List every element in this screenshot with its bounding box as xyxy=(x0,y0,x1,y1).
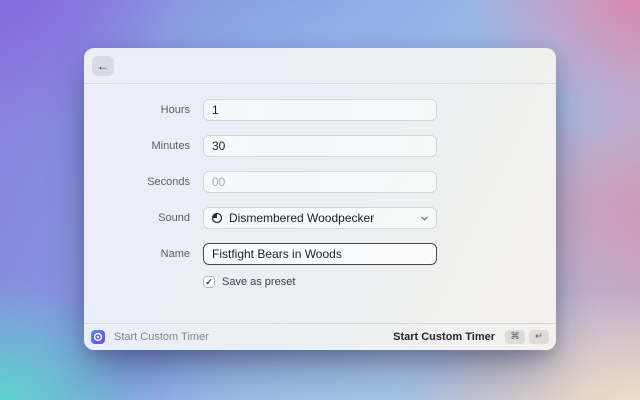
form: Hours Minutes Seconds Sound xyxy=(84,84,556,323)
seconds-row: Seconds xyxy=(84,171,556,193)
sound-select[interactable]: Dismembered Woodpecker xyxy=(203,207,437,229)
sound-value: Dismembered Woodpecker xyxy=(229,211,414,225)
footer-right: Start Custom Timer ⌘ ↵ xyxy=(393,330,549,344)
primary-action-label[interactable]: Start Custom Timer xyxy=(393,331,495,343)
timers-app-icon xyxy=(91,330,105,344)
window-footer: Start Custom Timer Start Custom Timer ⌘ … xyxy=(84,323,556,350)
name-input[interactable] xyxy=(203,243,437,265)
name-label: Name xyxy=(84,248,190,260)
minutes-input[interactable] xyxy=(203,135,437,157)
sound-row: Sound Dismembered Woodpecker xyxy=(84,207,556,229)
back-arrow-icon: ← xyxy=(97,56,109,76)
sound-label: Sound xyxy=(84,212,190,224)
chevron-down-icon xyxy=(420,214,429,223)
timer-clock-icon xyxy=(211,212,223,224)
footer-left: Start Custom Timer xyxy=(91,330,209,344)
footer-title: Start Custom Timer xyxy=(114,331,209,343)
hours-label: Hours xyxy=(84,104,190,116)
save-as-preset-row: ✓ Save as preset xyxy=(84,275,556,289)
name-row: Name xyxy=(84,243,556,265)
save-as-preset-checkbox[interactable]: ✓ Save as preset xyxy=(203,276,295,288)
back-button[interactable]: ← xyxy=(92,56,114,76)
enter-key-icon: ↵ xyxy=(529,330,549,344)
cmd-key-icon: ⌘ xyxy=(505,330,525,344)
custom-timer-window: ← Hours Minutes Seconds Sound xyxy=(84,48,556,350)
minutes-label: Minutes xyxy=(84,140,190,152)
check-icon: ✓ xyxy=(205,278,213,287)
save-as-preset-label: Save as preset xyxy=(222,276,295,288)
checkbox-checked-icon: ✓ xyxy=(203,276,215,288)
desktop-background: ← Hours Minutes Seconds Sound xyxy=(0,0,640,400)
minutes-row: Minutes xyxy=(84,135,556,157)
seconds-label: Seconds xyxy=(84,176,190,188)
hours-input[interactable] xyxy=(203,99,437,121)
window-header: ← xyxy=(84,48,556,84)
seconds-input[interactable] xyxy=(203,171,437,193)
hours-row: Hours xyxy=(84,99,556,121)
